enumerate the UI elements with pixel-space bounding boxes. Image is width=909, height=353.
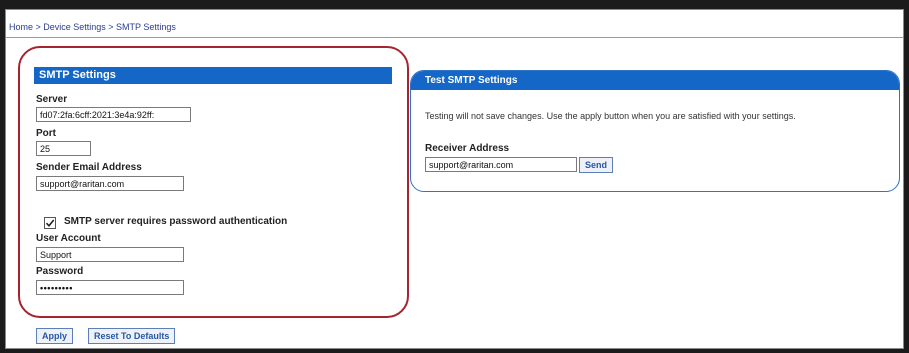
test-description: Testing will not save changes. Use the a… (425, 111, 796, 121)
content-frame: Home > Device Settings > SMTP Settings S… (5, 9, 904, 349)
receiver-address-input[interactable]: support@raritan.com (425, 157, 577, 172)
apply-button[interactable]: Apply (36, 328, 74, 344)
receiver-address-label: Receiver Address (425, 143, 510, 154)
smtp-settings-header: SMTP Settings (34, 67, 392, 84)
password-label: Password (36, 266, 84, 277)
auth-checkbox[interactable] (44, 217, 56, 229)
server-input[interactable]: fd07:2fa:6cff:2021:3e4a:92ff: (36, 107, 191, 122)
test-smtp-panel: Test SMTP Settings Testing will not save… (410, 70, 900, 192)
sender-email-input[interactable]: support@raritan.com (36, 176, 184, 191)
send-button[interactable]: Send (579, 157, 614, 173)
breadcrumb-divider (6, 37, 903, 38)
password-input[interactable]: ••••••••• (36, 280, 184, 295)
checkmark-icon (45, 219, 55, 228)
user-account-label: User Account (36, 233, 101, 244)
reset-to-defaults-button[interactable]: Reset To Defaults (88, 328, 176, 344)
port-label: Port (36, 128, 56, 139)
test-smtp-header: Test SMTP Settings (411, 71, 899, 90)
user-account-input[interactable]: Support (36, 247, 184, 262)
sender-email-label: Sender Email Address (36, 162, 142, 173)
auth-checkbox-label: SMTP server requires password authentica… (64, 216, 288, 227)
port-input[interactable]: 25 (36, 141, 91, 156)
breadcrumb[interactable]: Home > Device Settings > SMTP Settings (9, 22, 176, 32)
server-label: Server (36, 94, 68, 105)
